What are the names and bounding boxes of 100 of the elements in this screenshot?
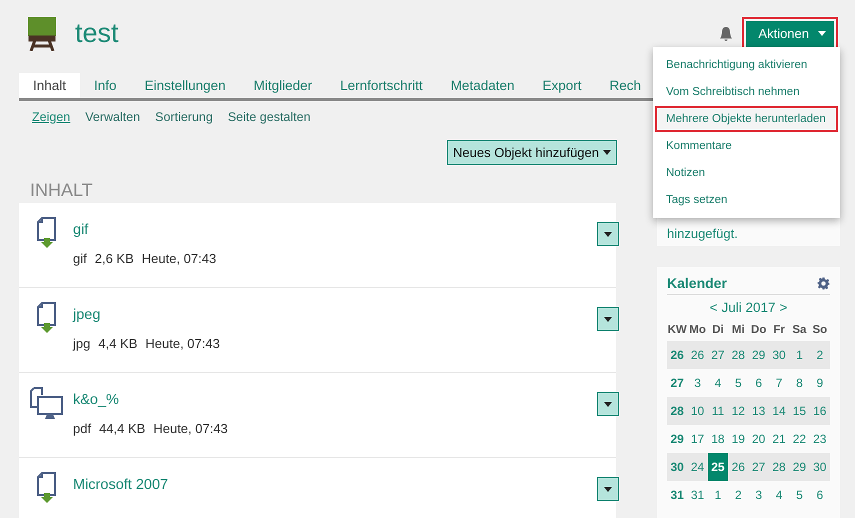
calendar-day[interactable]: 27 [748,453,769,481]
item-title-link[interactable]: k&o_% [73,392,119,408]
calendar-day[interactable]: 14 [768,397,790,425]
calendar-day[interactable]: 7 [768,369,790,397]
calendar-day[interactable]: 25 [708,453,728,481]
item-actions-dropdown[interactable] [597,392,619,416]
calendar-day[interactable]: 13 [748,397,769,425]
file-date: Heute, 07:43 [142,251,216,266]
tab[interactable]: Inhalt [19,73,80,98]
weekday-header: Di [711,323,725,338]
weekday-header: Mi [730,323,746,338]
week-number: 26 [667,341,688,369]
caret-icon [603,150,611,155]
tab[interactable]: Lernfortschritt [326,73,437,98]
tab[interactable]: Mitglieder [240,73,326,98]
presentation-icon [30,387,64,421]
calendar-day[interactable]: 3 [748,481,769,509]
caret-icon [604,232,612,236]
subtab[interactable]: Zeigen [32,110,70,124]
tab[interactable]: Info [80,73,131,98]
calendar-day[interactable]: 8 [789,369,810,397]
calendar-day[interactable]: 16 [810,397,830,425]
calendar-day[interactable]: 11 [708,397,728,425]
calendar-day[interactable]: 23 [810,425,830,453]
month-label: Juli 2017 [721,300,776,315]
calendar-day[interactable]: 15 [789,397,810,425]
actions-button[interactable]: Aktionen [746,20,834,46]
calendar-day[interactable]: 19 [728,425,748,453]
calendar-day[interactable]: 28 [728,341,748,369]
calendar-day[interactable]: 12 [728,397,748,425]
item-actions-dropdown[interactable] [597,307,619,331]
tab[interactable]: Rech [596,73,656,98]
calendar-day[interactable]: 10 [687,397,708,425]
add-object-button[interactable]: Neues Objekt hinzufügen [447,140,617,165]
bell-icon[interactable] [719,26,734,42]
calendar-day[interactable]: 18 [708,425,728,453]
calendar-day[interactable]: 31 [687,481,708,509]
file-type: jpg [73,336,90,351]
subtab[interactable]: Verwalten [85,110,140,124]
caret-icon [604,486,612,492]
menu-item[interactable]: Tags setzen [655,187,838,213]
calendar-day[interactable]: 6 [748,369,769,397]
caret-icon [604,316,612,322]
page-title: test [75,18,119,49]
calendar-day[interactable]: 26 [687,341,708,369]
file-type: gif [73,251,87,266]
file-size: 4,4 KB [98,336,138,351]
tab[interactable]: Export [528,73,596,98]
calendar-day[interactable]: 2 [728,481,748,509]
chalkboard-icon [27,16,57,50]
next-month-link[interactable]: > [780,300,788,315]
subtab[interactable]: Sortierung [155,110,213,124]
calendar-day[interactable]: 29 [789,453,810,481]
calendar-day[interactable]: 1 [789,341,810,369]
subtab[interactable]: Seite gestalten [228,110,311,124]
weekday-header: Mo [688,323,707,338]
item-actions-dropdown[interactable] [597,477,619,501]
calendar-day[interactable]: 20 [748,425,769,453]
calendar-day[interactable]: 30 [768,341,790,369]
menu-item[interactable]: Notizen [655,160,838,186]
calendar-day[interactable]: 22 [789,425,810,453]
calendar-day[interactable]: 21 [768,425,790,453]
weekday-header: KW [667,323,688,338]
calendar-day[interactable]: 26 [728,453,748,481]
item-title-link[interactable]: gif [73,222,88,238]
calendar-title: Kalender [667,275,727,291]
calendar-day[interactable]: 30 [810,453,830,481]
calendar-day[interactable]: 5 [789,481,810,509]
calendar-day[interactable]: 5 [728,369,748,397]
item-title-link[interactable]: jpeg [73,307,100,323]
caret-icon [818,31,826,36]
calendar-day[interactable]: 28 [768,453,790,481]
calendar-day[interactable]: 29 [748,341,769,369]
tab[interactable]: Einstellungen [130,73,240,98]
menu-item[interactable]: Kommentare [655,133,838,159]
week-number: 31 [670,487,685,504]
file-type: pdf [73,421,92,436]
calendar-day[interactable]: 27 [708,341,728,369]
section-title: INHALT [30,180,94,202]
calendar-day[interactable]: 4 [768,481,790,509]
calendar-day[interactable]: 9 [810,369,830,397]
calendar-day[interactable]: 4 [708,369,728,397]
news-text: hinzugefügt. [667,225,738,242]
tab[interactable]: Metadaten [436,73,528,98]
calendar-day[interactable]: 6 [810,481,830,509]
menu-item[interactable]: Vom Schreibtisch nehmen [655,79,838,105]
calendar-day[interactable]: 3 [687,369,708,397]
calendar-day[interactable]: 2 [810,341,830,369]
weekday-header: Sa [791,323,808,338]
previous-month-link[interactable]: < [710,300,718,315]
item-title-link[interactable]: Microsoft 2007 [73,477,168,493]
settings-icon[interactable] [817,276,830,290]
calendar-day[interactable]: 1 [708,481,728,509]
menu-item[interactable]: Mehrere Objekte herunterladen [655,106,838,132]
menu-item[interactable]: Benachrichtigung aktivieren [655,52,838,78]
weekday-header: So [811,323,828,338]
calendar-day[interactable]: 17 [687,425,708,453]
week-number: 28 [667,397,688,425]
item-actions-dropdown[interactable] [597,222,619,246]
calendar-day[interactable]: 24 [687,453,708,481]
